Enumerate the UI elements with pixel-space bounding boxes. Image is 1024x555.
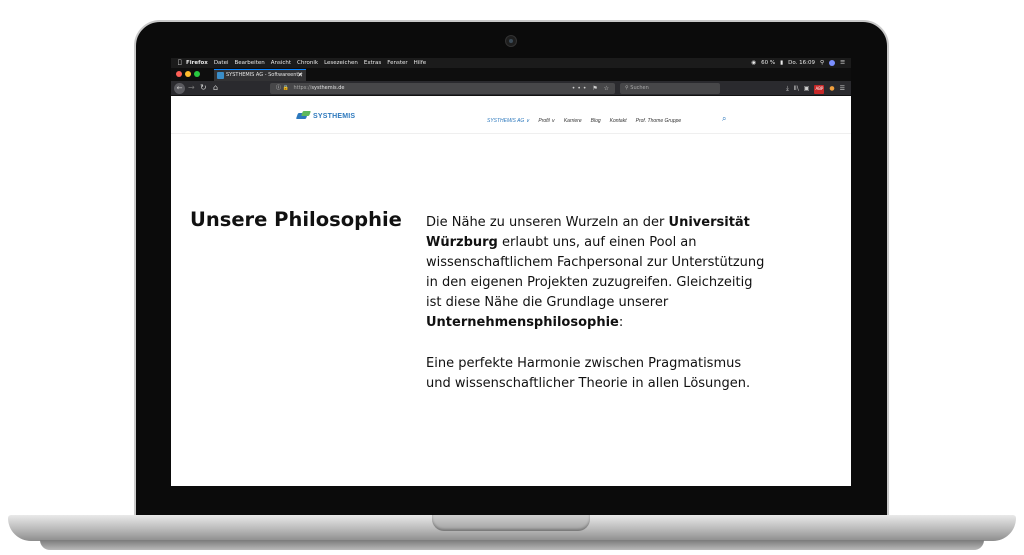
apple-icon[interactable]:  <box>178 58 186 68</box>
p1-philosophy: Unternehmensphilosophie <box>426 315 619 330</box>
spotlight-search-icon[interactable]: ⚲ <box>820 58 824 68</box>
clock[interactable]: Do. 16:09 <box>788 58 815 68</box>
mac-status-area: ◉ 60 % ▮ Do. 16:09 ⚲ ☰ <box>751 58 845 68</box>
home-icon[interactable]: ⌂ <box>213 83 218 93</box>
url-host: systhemis.de <box>311 85 345 91</box>
screen:  Firefox Datei Bearbeiten Ansicht Chron… <box>171 58 851 486</box>
nav-thome-gruppe[interactable]: Prof. Thome Gruppe <box>636 118 682 124</box>
reload-icon[interactable]: ↻ <box>200 83 207 93</box>
back-icon[interactable]: ← <box>174 83 185 94</box>
menu-chronik[interactable]: Chronik <box>297 58 318 68</box>
logo-text: SYSTHEMIS <box>313 112 356 120</box>
sidebar-icon[interactable]: ▣ <box>804 83 810 94</box>
wifi-icon[interactable]: ◉ <box>751 58 756 68</box>
battery-percent[interactable]: 60 % <box>761 58 775 68</box>
favicon-icon <box>217 72 224 79</box>
tab-title: SYSTHEMIS AG - Softwareentw <box>226 72 303 78</box>
menu-icon[interactable]: ☰ <box>840 83 845 94</box>
laptop-notch <box>432 515 590 531</box>
lock-icon[interactable]: 🔒 <box>283 85 289 91</box>
nav-blog[interactable]: Blog <box>591 118 601 124</box>
nav-kontakt[interactable]: Kontakt <box>610 118 627 124</box>
menu-bearbeiten[interactable]: Bearbeiten <box>235 58 265 68</box>
tab-strip: SYSTHEMIS AG - Softwareentw ✕ <box>171 68 851 81</box>
menu-hilfe[interactable]: Hilfe <box>414 58 427 68</box>
nav-systhemis-ag[interactable]: SYSTHEMIS AG ∨ <box>487 118 529 124</box>
menu-lesezeichen[interactable]: Lesezeichen <box>324 58 358 68</box>
site-logo[interactable]: SYSTHEMIS <box>297 111 355 121</box>
page-title: Unsere Philosophie <box>190 208 402 231</box>
menu-datei[interactable]: Datei <box>214 58 229 68</box>
toolbar-right: ⤓ Ⅱ\ ▣ ABP ● ☰ <box>786 83 845 94</box>
url-bar[interactable]: ⓘ 🔒 https://systhemis.de ••• ⚑ ☆ <box>270 83 615 94</box>
p1-part-e: : <box>618 315 624 330</box>
minimize-window-icon[interactable] <box>185 71 191 77</box>
battery-icon[interactable]: ▮ <box>780 58 783 68</box>
search-placeholder: Suchen <box>630 85 649 91</box>
menu-extras[interactable]: Extras <box>364 58 381 68</box>
window-controls <box>176 71 200 77</box>
nav-profil[interactable]: Profil ∨ <box>538 118 554 124</box>
forward-icon[interactable]: → <box>188 83 195 93</box>
search-input[interactable]: ⚲ Suchen <box>620 83 720 94</box>
tab-close-icon[interactable]: ✕ <box>297 70 303 81</box>
philosophy-paragraph-2: Eine perfekte Harmonie zwischen Pragmati… <box>426 356 751 391</box>
adblock-icon[interactable]: ABP <box>814 85 825 94</box>
downloads-icon[interactable]: ⤓ <box>786 83 789 94</box>
notification-center-icon[interactable]: ☰ <box>840 58 845 68</box>
search-icon: ⚲ <box>625 85 629 91</box>
page-actions[interactable]: ••• ⚑ ☆ <box>572 83 611 94</box>
close-window-icon[interactable] <box>176 71 182 77</box>
site-header: SYSTHEMIS SYSTHEMIS AG ∨ Profil ∨ Karrie… <box>171 96 851 134</box>
tab-systhemis[interactable]: SYSTHEMIS AG - Softwareentw ✕ <box>214 69 306 81</box>
extension-icon[interactable]: ● <box>829 83 834 94</box>
nav-karriere[interactable]: Karriere <box>564 118 582 124</box>
menu-ansicht[interactable]: Ansicht <box>271 58 291 68</box>
philosophy-paragraph-1: Die Nähe zu unseren Wurzeln an der Unive… <box>426 213 766 333</box>
url-scheme: https:// <box>293 85 312 91</box>
info-icon[interactable]: ⓘ <box>276 85 281 91</box>
laptop-base-edge <box>40 540 984 550</box>
site-search-icon[interactable]: ⌕ <box>722 114 726 124</box>
mac-menubar:  Firefox Datei Bearbeiten Ansicht Chron… <box>171 58 851 68</box>
p1-part-a: Die Nähe zu unseren Wurzeln an der <box>426 215 669 230</box>
site-nav: SYSTHEMIS AG ∨ Profil ∨ Karriere Blog Ko… <box>487 118 681 124</box>
siri-icon[interactable] <box>829 60 836 66</box>
fullscreen-window-icon[interactable] <box>194 71 200 77</box>
logo-icon <box>297 111 311 121</box>
camera-icon <box>505 35 517 47</box>
menu-fenster[interactable]: Fenster <box>387 58 407 68</box>
menu-firefox[interactable]: Firefox <box>186 58 208 68</box>
library-icon[interactable]: Ⅱ\ <box>794 83 799 94</box>
browser-toolbar: ← → ↻ ⌂ ⓘ 🔒 https://systhemis.de ••• ⚑ ☆… <box>171 81 851 96</box>
